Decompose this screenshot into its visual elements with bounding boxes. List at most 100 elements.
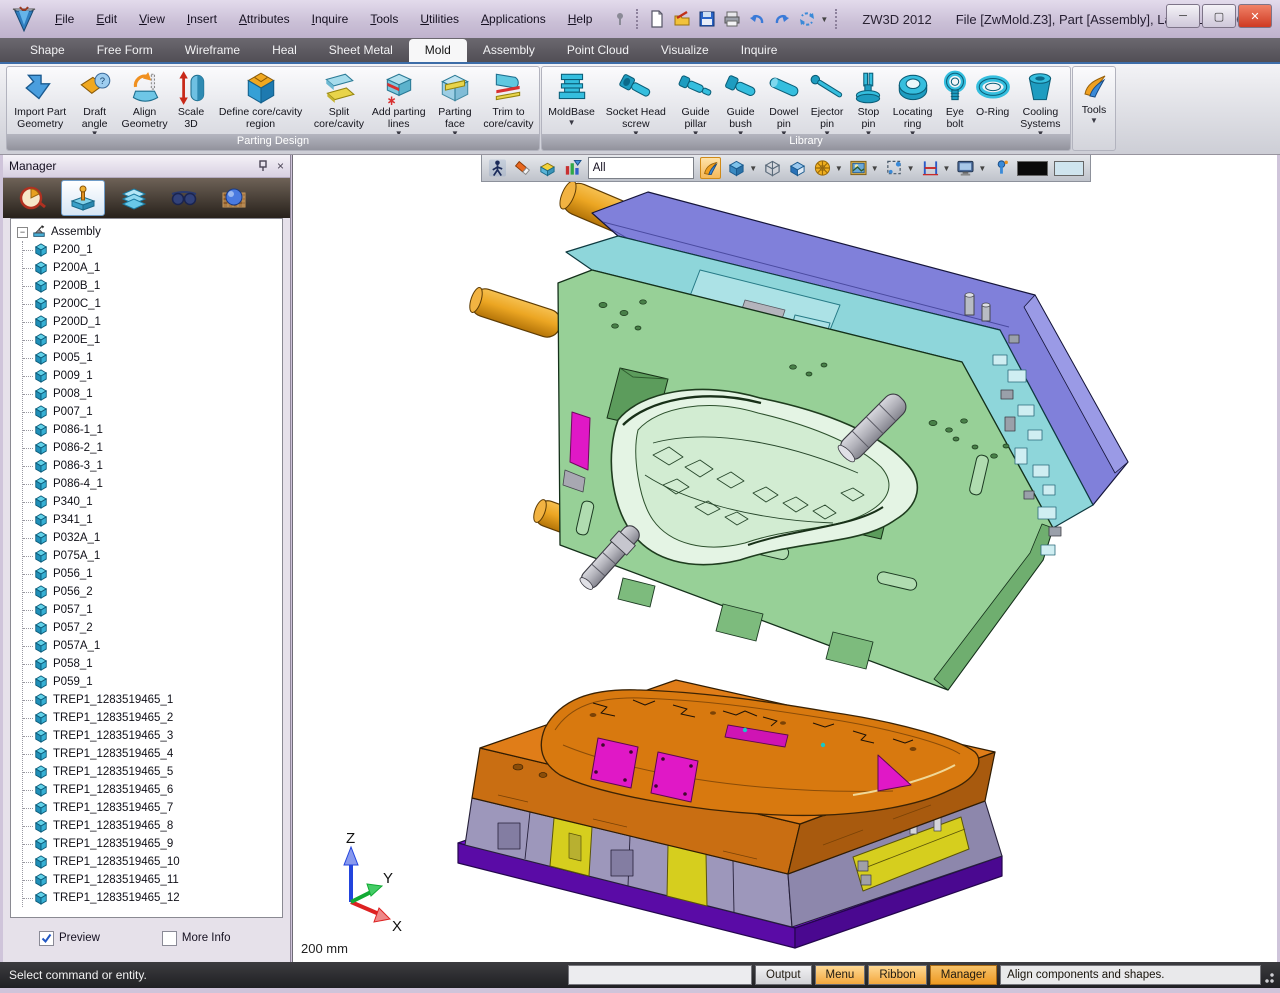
print-icon[interactable] [723, 10, 741, 28]
autohide-pin-icon[interactable] [257, 160, 269, 172]
menu-item[interactable]: View [130, 9, 174, 29]
moldbase-button[interactable]: MoldBase ▼ [544, 68, 599, 133]
tab-shape[interactable]: Shape [14, 39, 81, 62]
menu-item[interactable]: Help [559, 9, 602, 29]
color-swatch-black[interactable] [1017, 161, 1047, 176]
save-icon[interactable] [698, 10, 716, 28]
tree-item[interactable]: P056_2 [23, 583, 282, 601]
tree-item[interactable]: P200D_1 [23, 313, 282, 331]
tab-visualize[interactable]: Visualize [645, 39, 725, 62]
tree-item[interactable]: P086-1_1 [23, 421, 282, 439]
tree-item[interactable]: P200A_1 [23, 259, 282, 277]
tree-item[interactable]: P005_1 [23, 349, 282, 367]
tab-heal[interactable]: Heal [256, 39, 313, 62]
tree-item[interactable]: TREP1_1283519465_7 [23, 799, 282, 817]
layer-manager-tab[interactable] [113, 181, 155, 215]
mold-assembly-3d-view[interactable]: Z Y X [293, 155, 1278, 962]
menu-item[interactable]: Tools [361, 9, 407, 29]
tree-item[interactable]: P086-3_1 [23, 457, 282, 475]
minimize-button[interactable]: ─ [1166, 4, 1200, 28]
tree-item[interactable]: P056_1 [23, 565, 282, 583]
track-point-icon[interactable] [992, 158, 1011, 178]
tree-item[interactable]: P086-4_1 [23, 475, 282, 493]
undo-icon[interactable] [748, 10, 766, 28]
filter-combo[interactable]: All [588, 157, 695, 179]
tree-item[interactable]: TREP1_1283519465_3 [23, 727, 282, 745]
tree-item[interactable]: TREP1_1283519465_8 [23, 817, 282, 835]
tree-item[interactable]: P032A_1 [23, 529, 282, 547]
parting-face-button[interactable]: Parting face ▼ [430, 68, 480, 133]
tree-item[interactable]: P007_1 [23, 403, 282, 421]
regen-icon[interactable] [798, 10, 816, 28]
tree-item[interactable]: P058_1 [23, 655, 282, 673]
tree-item[interactable]: P075A_1 [23, 547, 282, 565]
tree-item[interactable]: TREP1_1283519465_11 [23, 871, 282, 889]
activate-part-icon[interactable] [488, 158, 507, 178]
color-swatch-blue[interactable] [1054, 161, 1084, 176]
eye-bolt-button[interactable]: Eye bolt [937, 68, 972, 133]
pin-icon[interactable] [611, 10, 629, 28]
visibility-manager-tab[interactable] [163, 181, 205, 215]
render-manager-tab[interactable] [213, 181, 255, 215]
background-icon[interactable] [849, 158, 868, 178]
rotate-mode-icon[interactable] [813, 158, 832, 178]
scale-3d-button[interactable]: Scale 3D [171, 68, 210, 133]
define-core-cavity-region-button[interactable]: Define core/cavity region [211, 68, 311, 133]
regen-dropdown-arrow[interactable]: ▼ [820, 15, 828, 24]
tab-inquire[interactable]: Inquire [725, 39, 794, 62]
tree-item[interactable]: TREP1_1283519465_12 [23, 889, 282, 907]
tree-item[interactable]: P057_1 [23, 601, 282, 619]
menu-toggle-button[interactable]: Menu [815, 965, 866, 985]
tree-item[interactable]: P009_1 [23, 367, 282, 385]
tree-item[interactable]: P086-2_1 [23, 439, 282, 457]
tree-item[interactable]: P341_1 [23, 511, 282, 529]
assembly-manager-tab[interactable] [61, 180, 105, 216]
pick-filter-icon[interactable] [885, 158, 904, 178]
wireframe-mode-icon[interactable] [763, 158, 782, 178]
cooling-systems-button[interactable]: Cooling Systems ▼ [1013, 68, 1068, 133]
tree-root-assembly[interactable]: − Assembly [15, 223, 282, 241]
graphics-viewport[interactable]: Z Y X All ▼ ▼ ▼ ▼ ▼ ▼ 200 mm [292, 155, 1277, 962]
add-parting-lines-button[interactable]: Add parting lines ▼ [368, 68, 430, 133]
socket-head-screw-button[interactable]: Socket Head screw ▼ [599, 68, 672, 133]
dropdown-arrow-icon[interactable]: ▼ [871, 164, 879, 173]
resize-grip-icon[interactable] [1264, 966, 1276, 984]
tab-assembly[interactable]: Assembly [467, 39, 551, 62]
tree-item[interactable]: P057A_1 [23, 637, 282, 655]
menu-item[interactable]: Edit [87, 9, 126, 29]
tree-item[interactable]: P059_1 [23, 673, 282, 691]
menu-item[interactable]: Attributes [230, 9, 299, 29]
import-part-geometry-button[interactable]: Import Part Geometry [9, 68, 71, 133]
tools-button[interactable]: Tools ▼ [1075, 68, 1113, 149]
open-file-icon[interactable] [673, 10, 691, 28]
tree-item[interactable]: P200E_1 [23, 331, 282, 349]
display-settings-icon[interactable] [956, 158, 975, 178]
menu-item[interactable]: File [46, 9, 83, 29]
stop-pin-button[interactable]: Stop pin ▼ [849, 68, 888, 133]
more-info-checkbox[interactable]: More Info [162, 931, 231, 946]
redo-icon[interactable] [773, 10, 791, 28]
filter-icon[interactable] [563, 158, 582, 178]
tab-free-form[interactable]: Free Form [81, 39, 169, 62]
tree-item[interactable]: P200B_1 [23, 277, 282, 295]
tree-item[interactable]: TREP1_1283519465_4 [23, 745, 282, 763]
locating-ring-button[interactable]: Locating ring ▼ [888, 68, 938, 133]
ejector-pin-button[interactable]: Ejector pin ▼ [805, 68, 849, 133]
history-manager-tab[interactable] [11, 181, 53, 215]
dropdown-arrow-icon[interactable]: ▼ [835, 164, 843, 173]
panel-close-icon[interactable]: × [277, 159, 284, 173]
section-view-icon[interactable] [788, 158, 807, 178]
tree-item[interactable]: TREP1_1283519465_1 [23, 691, 282, 709]
output-toggle-button[interactable]: Output [755, 965, 812, 985]
status-input-field[interactable] [568, 965, 752, 985]
tree-item[interactable]: TREP1_1283519465_5 [23, 763, 282, 781]
tab-mold[interactable]: Mold [409, 39, 467, 62]
tab-wireframe[interactable]: Wireframe [169, 39, 256, 62]
constraint-icon[interactable] [921, 158, 940, 178]
tab-point-cloud[interactable]: Point Cloud [551, 39, 645, 62]
o-ring-button[interactable]: O-Ring [972, 68, 1012, 133]
manager-toggle-button[interactable]: Manager [930, 965, 997, 985]
core-mold-half[interactable] [458, 680, 1002, 948]
tree-item[interactable]: P340_1 [23, 493, 282, 511]
tree-item[interactable]: TREP1_1283519465_9 [23, 835, 282, 853]
